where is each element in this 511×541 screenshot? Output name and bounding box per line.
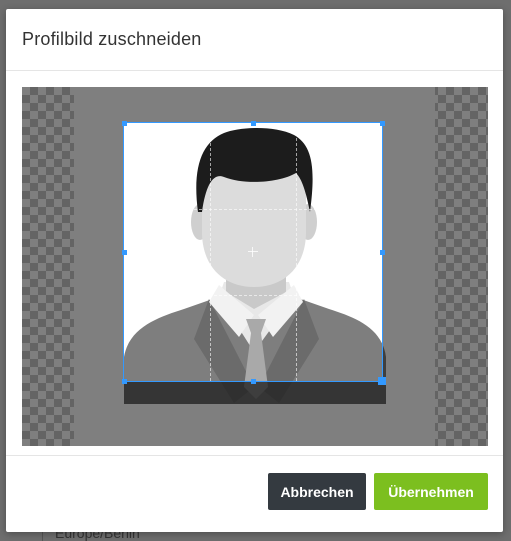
person-placeholder-icon xyxy=(124,123,382,381)
crop-handle-e[interactable] xyxy=(380,250,385,255)
crop-canvas[interactable] xyxy=(22,87,488,446)
crop-handle-ne[interactable] xyxy=(380,121,385,126)
cancel-button[interactable]: Abbrechen xyxy=(268,473,366,510)
crop-handle-sw[interactable] xyxy=(122,379,127,384)
dialog-footer: Abbrechen Übernehmen xyxy=(6,455,503,532)
crop-handle-s[interactable] xyxy=(251,379,256,384)
crop-handle-se[interactable] xyxy=(378,377,386,385)
crop-selection[interactable] xyxy=(123,122,383,382)
dialog-header: Profilbild zuschneiden xyxy=(6,9,503,71)
crop-preview xyxy=(124,123,382,381)
dialog-body xyxy=(22,87,488,446)
crop-handle-nw[interactable] xyxy=(122,121,127,126)
crop-handle-w[interactable] xyxy=(122,250,127,255)
crop-handle-n[interactable] xyxy=(251,121,256,126)
dialog-title: Profilbild zuschneiden xyxy=(22,29,202,49)
accept-button[interactable]: Übernehmen xyxy=(374,473,488,510)
crop-dialog: Profilbild zuschneiden Abbrechen Überneh… xyxy=(6,9,503,532)
